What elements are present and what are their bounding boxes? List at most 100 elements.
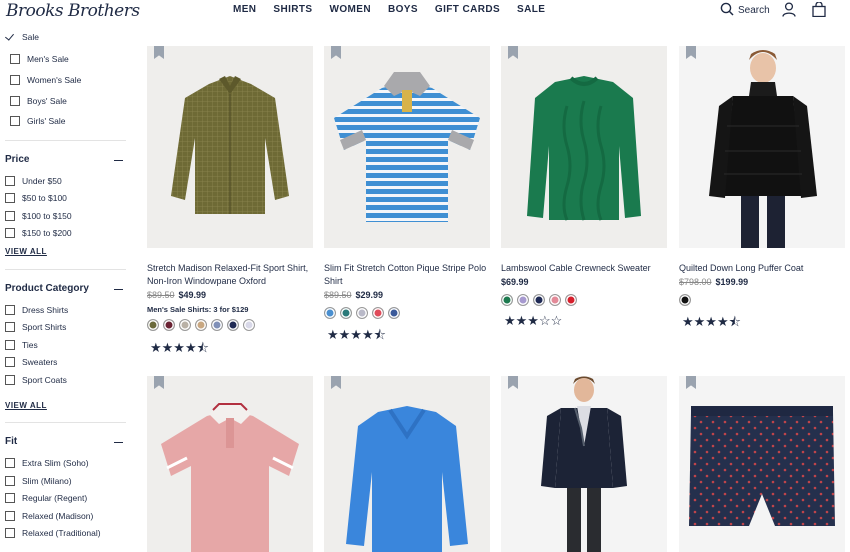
filter-label: Extra Slim (Soho) bbox=[22, 458, 89, 468]
collapse-minus-icon[interactable] bbox=[114, 160, 123, 162]
filter-sidebar: Sale Men's Sale Women's Sale Boys' Sale … bbox=[0, 30, 128, 552]
filter-sport-coats[interactable]: Sport Coats bbox=[5, 375, 67, 385]
product-name[interactable]: Stretch Madison Relaxed-Fit Sport Shirt,… bbox=[147, 262, 313, 288]
checkbox[interactable] bbox=[5, 357, 15, 367]
account-icon[interactable] bbox=[782, 2, 796, 22]
checkbox[interactable] bbox=[10, 116, 20, 126]
swatch-navy[interactable] bbox=[533, 294, 545, 306]
checkbox[interactable] bbox=[5, 211, 15, 221]
product-name[interactable]: Slim Fit Stretch Cotton Pique Stripe Pol… bbox=[324, 262, 490, 288]
checkbox[interactable] bbox=[5, 375, 15, 385]
fit-section-title[interactable]: Fit bbox=[5, 436, 17, 447]
swatch-burgundy[interactable] bbox=[163, 319, 175, 331]
checkbox[interactable] bbox=[5, 176, 15, 186]
nav-gift-cards[interactable]: GIFT CARDS bbox=[435, 4, 500, 15]
nav-boys[interactable]: BOYS bbox=[388, 4, 418, 15]
product-image[interactable] bbox=[324, 376, 490, 552]
filter-label: $150 to $200 bbox=[22, 228, 72, 238]
swatch-green[interactable] bbox=[501, 294, 513, 306]
filter-price-150-200[interactable]: $150 to $200 bbox=[5, 228, 72, 238]
swatch-olive[interactable] bbox=[147, 319, 159, 331]
swatch-blue[interactable] bbox=[211, 319, 223, 331]
checkbox[interactable] bbox=[5, 228, 15, 238]
divider bbox=[5, 422, 126, 423]
checkbox[interactable] bbox=[5, 493, 15, 503]
swatch-red-stripe[interactable] bbox=[372, 307, 384, 319]
filter-ties[interactable]: Ties bbox=[5, 340, 38, 350]
filter-price-under-50[interactable]: Under $50 bbox=[5, 176, 62, 186]
nav-women[interactable]: WOMEN bbox=[330, 4, 371, 15]
original-price: $89.50 bbox=[324, 290, 352, 300]
filter-womens-sale[interactable]: Women's Sale bbox=[10, 75, 81, 85]
filter-fit-relaxed-madison[interactable]: Relaxed (Madison) bbox=[5, 511, 93, 521]
swatch-black[interactable] bbox=[679, 294, 691, 306]
collapse-minus-icon[interactable] bbox=[114, 442, 123, 444]
filter-fit-regular[interactable]: Regular (Regent) bbox=[5, 493, 87, 503]
checkbox[interactable] bbox=[10, 54, 20, 64]
nav-shirts[interactable]: SHIRTS bbox=[273, 4, 312, 15]
filter-boys-sale[interactable]: Boys' Sale bbox=[10, 96, 67, 106]
swatch-navy-stripe[interactable] bbox=[388, 307, 400, 319]
nav-sale[interactable]: SALE bbox=[517, 4, 545, 15]
checkbox[interactable] bbox=[10, 75, 20, 85]
swatch-red[interactable] bbox=[565, 294, 577, 306]
checkbox[interactable] bbox=[10, 96, 20, 106]
swatch-pink[interactable] bbox=[549, 294, 561, 306]
filter-fit-slim[interactable]: Slim (Milano) bbox=[5, 476, 72, 486]
product-image[interactable] bbox=[501, 46, 667, 248]
product-image[interactable] bbox=[147, 46, 313, 248]
price-section-title[interactable]: Price bbox=[5, 154, 29, 165]
checkbox[interactable] bbox=[5, 305, 15, 315]
swatch-light-blue[interactable] bbox=[243, 319, 255, 331]
swatch-blue-stripe[interactable] bbox=[324, 307, 336, 319]
swatch-grey-stripe[interactable] bbox=[356, 307, 368, 319]
filter-dress-shirts[interactable]: Dress Shirts bbox=[5, 305, 68, 315]
rating-stars: ★★★☆☆ bbox=[504, 313, 563, 328]
product-name[interactable]: Quilted Down Long Puffer Coat bbox=[679, 262, 845, 275]
nav-men[interactable]: MEN bbox=[233, 4, 256, 15]
filter-sweaters[interactable]: Sweaters bbox=[5, 357, 57, 367]
filter-label: Slim (Milano) bbox=[22, 476, 72, 486]
filter-price-50-100[interactable]: $50 to $100 bbox=[5, 193, 67, 203]
checkbox[interactable] bbox=[5, 476, 15, 486]
rating-stars: ★★★★⯪ bbox=[327, 327, 386, 342]
filter-sport-shirts[interactable]: Sport Shirts bbox=[5, 322, 66, 332]
filter-girls-sale[interactable]: Girls' Sale bbox=[10, 116, 65, 126]
checkbox[interactable] bbox=[5, 528, 15, 538]
checkbox[interactable] bbox=[5, 340, 15, 350]
swatch-grey[interactable] bbox=[179, 319, 191, 331]
filter-label: Boys' Sale bbox=[27, 96, 67, 106]
checkbox[interactable] bbox=[5, 458, 15, 468]
product-name[interactable]: Lambswool Cable Crewneck Sweater bbox=[501, 262, 667, 275]
swatch-navy[interactable] bbox=[227, 319, 239, 331]
checkbox[interactable] bbox=[5, 322, 15, 332]
filter-fit-extra-slim[interactable]: Extra Slim (Soho) bbox=[5, 458, 89, 468]
checkbox[interactable] bbox=[5, 193, 15, 203]
swatch-tan[interactable] bbox=[195, 319, 207, 331]
shopping-bag-icon[interactable] bbox=[812, 1, 826, 22]
price-view-all-link[interactable]: VIEW ALL bbox=[5, 247, 47, 256]
search-button[interactable]: Search bbox=[720, 2, 770, 19]
swatch-lavender[interactable] bbox=[517, 294, 529, 306]
product-image[interactable] bbox=[324, 46, 490, 248]
checkmark-icon bbox=[5, 32, 15, 42]
filter-mens-sale[interactable]: Men's Sale bbox=[10, 54, 69, 64]
product-image[interactable] bbox=[147, 376, 313, 552]
category-view-all-link[interactable]: VIEW ALL bbox=[5, 401, 47, 410]
filter-price-100-150[interactable]: $100 to $150 bbox=[5, 211, 72, 221]
collapse-minus-icon[interactable] bbox=[114, 289, 123, 291]
product-image[interactable] bbox=[679, 376, 845, 552]
brand-logo[interactable]: Brooks Brothers bbox=[6, 1, 140, 21]
filter-fit-relaxed-traditional[interactable]: Relaxed (Traditional) bbox=[5, 528, 101, 538]
product-image[interactable] bbox=[501, 376, 667, 552]
category-section-title[interactable]: Product Category bbox=[5, 283, 89, 294]
product-image[interactable] bbox=[679, 46, 845, 248]
checkbox[interactable] bbox=[5, 511, 15, 521]
color-swatches bbox=[324, 307, 400, 319]
product-prices: $89.50 $29.99 bbox=[324, 290, 383, 300]
swatch-teal-stripe[interactable] bbox=[340, 307, 352, 319]
filter-label: Under $50 bbox=[22, 176, 62, 186]
filter-label: Men's Sale bbox=[27, 54, 69, 64]
filter-sale[interactable]: Sale bbox=[5, 32, 39, 42]
filter-label: Ties bbox=[22, 340, 38, 350]
